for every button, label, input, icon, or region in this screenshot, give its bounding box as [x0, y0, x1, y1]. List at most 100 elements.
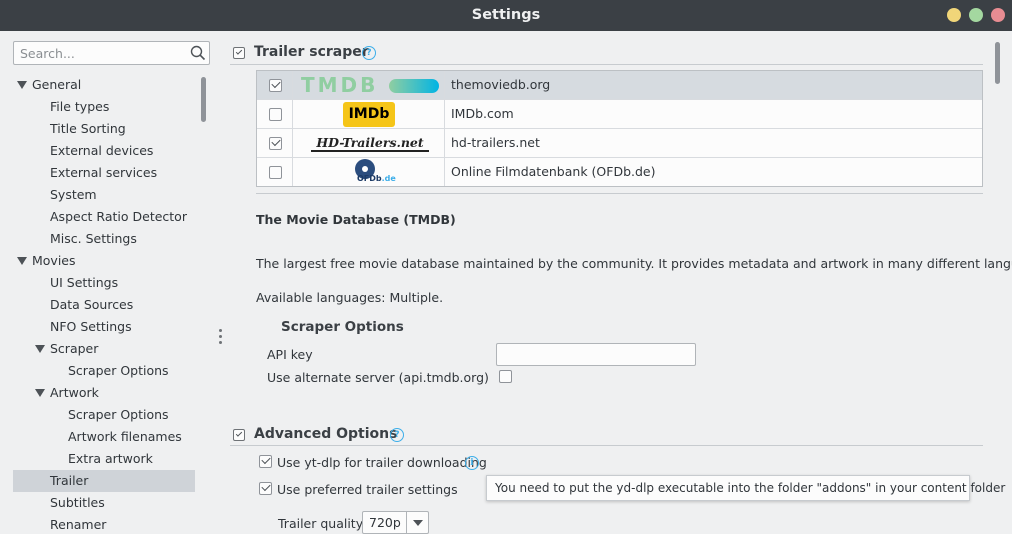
sidebar-item-external-services[interactable]: External services: [13, 162, 195, 184]
section-divider: [230, 64, 983, 65]
sidebar-item-label: NFO Settings: [50, 319, 132, 334]
imdb-logo: IMDb: [343, 102, 395, 127]
scraper-enable-checkbox[interactable]: [269, 108, 282, 121]
help-icon[interactable]: ?: [362, 46, 376, 60]
sidebar-item-file-types[interactable]: File types: [13, 96, 195, 118]
alternate-server-checkbox[interactable]: [499, 370, 512, 383]
panel-splitter-handle[interactable]: [219, 329, 223, 345]
preferred-trailer-checkbox[interactable]: [259, 482, 272, 495]
close-button[interactable]: [991, 8, 1005, 22]
title-bar: Settings: [0, 0, 1012, 31]
expand-arrow-icon[interactable]: [35, 389, 45, 397]
scraper-enable-checkbox[interactable]: [269, 137, 282, 150]
minimize-button[interactable]: [947, 8, 961, 22]
sidebar-item-label: Aspect Ratio Detector: [50, 209, 187, 224]
sidebar-item-label: Artwork filenames: [68, 429, 182, 444]
search-icon[interactable]: [190, 45, 206, 61]
section-divider: [230, 445, 983, 446]
hd-trailers-logo: HD-Trailers.net: [311, 136, 429, 152]
sidebar-item-scraper-options[interactable]: Scraper Options: [13, 404, 195, 426]
table-row[interactable]: HD-Trailers.net hd-trailers.net: [257, 129, 982, 158]
sidebar-item-movies[interactable]: Movies: [13, 250, 195, 272]
scraper-name: Online Filmdatenbank (OFDb.de): [451, 164, 656, 179]
sidebar-item-extra-artwork[interactable]: Extra artwork: [13, 448, 195, 470]
preferred-trailer-label: Use preferred trailer settings: [277, 482, 458, 497]
scraper-options-title: Scraper Options: [281, 319, 404, 335]
api-key-label: API key: [267, 347, 313, 362]
table-row[interactable]: IMDb IMDb.com: [257, 100, 982, 129]
sidebar-item-label: File types: [50, 99, 110, 114]
sidebar-item-label: Subtitles: [50, 495, 105, 510]
alternate-server-label: Use alternate server (api.tmdb.org): [267, 370, 489, 385]
expand-arrow-icon[interactable]: [17, 81, 27, 89]
sidebar-item-label: System: [50, 187, 97, 202]
sidebar-item-label: Artwork: [50, 385, 99, 400]
sidebar-item-general[interactable]: General: [13, 74, 195, 96]
expand-arrow-icon[interactable]: [17, 257, 27, 265]
sidebar-item-data-sources[interactable]: Data Sources: [13, 294, 195, 316]
expand-arrow-icon[interactable]: [35, 345, 45, 353]
sidebar-item-artwork[interactable]: Artwork: [13, 382, 195, 404]
sidebar-item-subtitles[interactable]: Subtitles: [13, 492, 195, 514]
trailer-quality-select[interactable]: 720p: [362, 511, 429, 534]
api-key-field[interactable]: [496, 343, 696, 366]
ytdlp-checkbox[interactable]: [259, 455, 272, 468]
chevron-down-icon[interactable]: [406, 512, 428, 533]
scraper-name: IMDb.com: [451, 106, 514, 121]
sidebar-item-label: Title Sorting: [50, 121, 126, 136]
trailer-scraper-title: Trailer scraper: [254, 44, 369, 60]
content-scrollbar[interactable]: [995, 42, 1000, 84]
maximize-button[interactable]: [969, 8, 983, 22]
sidebar-item-label: Extra artwork: [68, 451, 153, 466]
tree-scrollbar[interactable]: [201, 77, 206, 122]
scraper-enable-checkbox[interactable]: [269, 79, 282, 92]
trailer-scraper-collapse-toggle[interactable]: [233, 47, 245, 59]
sidebar-item-label: Renamer: [50, 517, 107, 532]
table-divider: [256, 193, 983, 194]
sidebar-item-misc-settings[interactable]: Misc. Settings: [13, 228, 195, 250]
sidebar-item-scraper-options[interactable]: Scraper Options: [13, 360, 195, 382]
sidebar-item-renamer[interactable]: Renamer: [13, 514, 195, 534]
settings-tree: General File types Title Sorting External d…: [13, 72, 197, 534]
sidebar-item-system[interactable]: System: [13, 184, 195, 206]
sidebar-item-label: External services: [50, 165, 158, 180]
help-icon[interactable]: ?: [390, 428, 404, 442]
search-input[interactable]: [14, 42, 186, 64]
scraper-table: TMDB themoviedb.org IMDb IMDb.com HD-Tra…: [256, 70, 983, 187]
sidebar-item-ui-settings[interactable]: UI Settings: [13, 272, 195, 294]
sidebar-item-label: General: [32, 77, 82, 92]
scraper-name: hd-trailers.net: [451, 135, 540, 150]
sidebar-item-label: Scraper Options: [68, 363, 169, 378]
scraper-name: themoviedb.org: [451, 77, 551, 92]
scraper-enable-checkbox[interactable]: [269, 166, 282, 179]
scraper-languages: Available languages: Multiple.: [256, 290, 444, 305]
sidebar-item-title-sorting[interactable]: Title Sorting: [13, 118, 195, 140]
advanced-options-title: Advanced Options: [254, 426, 398, 442]
sidebar-item-label: Scraper Options: [68, 407, 169, 422]
sidebar-item-aspect-ratio-detector[interactable]: Aspect Ratio Detector: [13, 206, 195, 228]
sidebar-item-nfo-settings[interactable]: NFO Settings: [13, 316, 195, 338]
advanced-options-collapse-toggle[interactable]: [233, 429, 245, 441]
sidebar-item-label: Misc. Settings: [50, 231, 137, 246]
sidebar-item-trailer[interactable]: Trailer: [13, 470, 195, 492]
settings-client: General File types Title Sorting External d…: [0, 31, 1012, 534]
tmdb-logo: TMDB: [301, 73, 441, 97]
window-title: Settings: [471, 7, 541, 23]
trailer-quality-value: 720p: [369, 515, 401, 530]
sidebar-item-label: Data Sources: [50, 297, 134, 312]
sidebar-item-label: Trailer: [50, 473, 89, 488]
sidebar-item-external-devices[interactable]: External devices: [13, 140, 195, 162]
trailer-quality-label: Trailer quality: [278, 516, 364, 531]
scraper-description: The largest free movie database maintain…: [256, 256, 1012, 271]
info-icon[interactable]: i: [465, 456, 479, 470]
table-row[interactable]: OFDb.de Online Filmdatenbank (OFDb.de): [257, 158, 982, 187]
sidebar-item-label: Scraper: [50, 341, 99, 356]
scraper-details-name: The Movie Database (TMDB): [256, 212, 456, 227]
ytdlp-label: Use yt-dlp for trailer downloading: [277, 455, 487, 470]
api-key-input[interactable]: [497, 344, 695, 365]
sidebar-item-artwork-filenames[interactable]: Artwork filenames: [13, 426, 195, 448]
sidebar-item-scraper[interactable]: Scraper: [13, 338, 195, 360]
table-row[interactable]: TMDB themoviedb.org: [257, 71, 982, 100]
ytdlp-tooltip: You need to put the yd-dlp executable in…: [486, 475, 1005, 501]
sidebar-item-label: Movies: [32, 253, 76, 268]
